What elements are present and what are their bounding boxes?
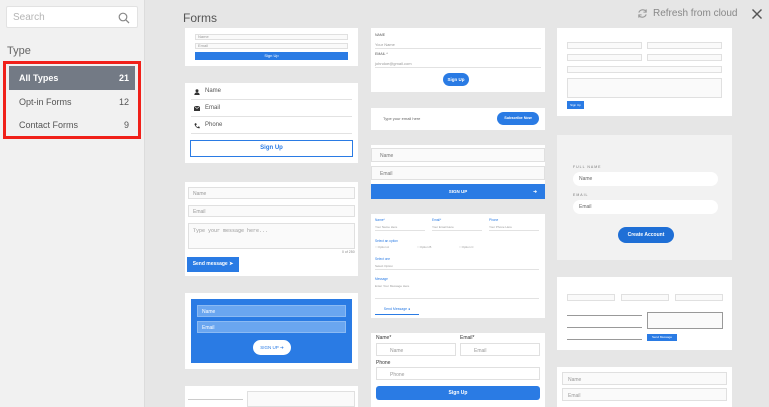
form-template-card[interactable]: Name Email SIGN UP ➔ xyxy=(185,293,358,369)
type-item-count: 21 xyxy=(118,73,129,83)
email-icon xyxy=(194,106,200,111)
sidebar: Type All Types 21 Opt-in Forms 12 Contac… xyxy=(0,0,145,407)
main-panel: Forms Refresh from cloud Name Email Sign… xyxy=(145,0,769,407)
search-input[interactable] xyxy=(13,10,113,25)
form-template-card[interactable]: Send Message xyxy=(557,277,732,350)
type-item-label: All Types xyxy=(19,73,59,83)
form-template-card[interactable]: Name* Email* Phone Your Name Here Your E… xyxy=(371,214,545,318)
page-title: Forms xyxy=(183,11,217,25)
phone-icon xyxy=(194,123,200,129)
refresh-from-cloud-button[interactable]: Refresh from cloud xyxy=(637,8,737,19)
form-template-card[interactable]: Name Email xyxy=(557,367,732,407)
search-box[interactable] xyxy=(6,6,138,28)
form-template-card[interactable]: Name Email Sign Up xyxy=(185,28,358,66)
form-template-card[interactable] xyxy=(185,386,358,407)
type-item-count: 9 xyxy=(123,120,129,130)
type-item-label: Contact Forms xyxy=(19,120,79,130)
refresh-label: Refresh from cloud xyxy=(653,8,738,19)
type-item-opt-in[interactable]: Opt-in Forms 12 xyxy=(9,90,135,114)
type-item-contact[interactable]: Contact Forms 9 xyxy=(9,113,135,137)
type-filter-list: All Types 21 Opt-in Forms 12 Contact For… xyxy=(3,61,141,139)
form-template-card[interactable]: FULL NAME Name EMAIL Email Create Accoun… xyxy=(557,135,732,260)
form-template-card[interactable]: Name Email SIGN UP ➔ xyxy=(371,145,545,199)
type-item-count: 12 xyxy=(118,97,129,107)
form-template-card[interactable]: NAME Your Name EMAIL * johndoe@gmail.com… xyxy=(371,28,545,92)
close-icon[interactable] xyxy=(751,8,763,20)
form-template-card[interactable]: Type your email here Subscribe Now xyxy=(371,108,545,130)
form-template-card[interactable]: Name Email Type your message here... 0 o… xyxy=(185,182,358,276)
type-item-all[interactable]: All Types 21 xyxy=(9,66,135,90)
type-heading: Type xyxy=(7,45,31,57)
form-template-card[interactable]: Name Email Phone Sign Up xyxy=(185,83,358,163)
refresh-icon xyxy=(638,9,647,18)
type-item-label: Opt-in Forms xyxy=(19,97,72,107)
search-icon[interactable] xyxy=(118,12,130,24)
user-icon xyxy=(194,89,200,95)
form-template-card[interactable]: Sign Up xyxy=(557,28,732,116)
form-template-card[interactable]: Name* Email* Name Email Phone Phone Sign… xyxy=(371,333,545,407)
